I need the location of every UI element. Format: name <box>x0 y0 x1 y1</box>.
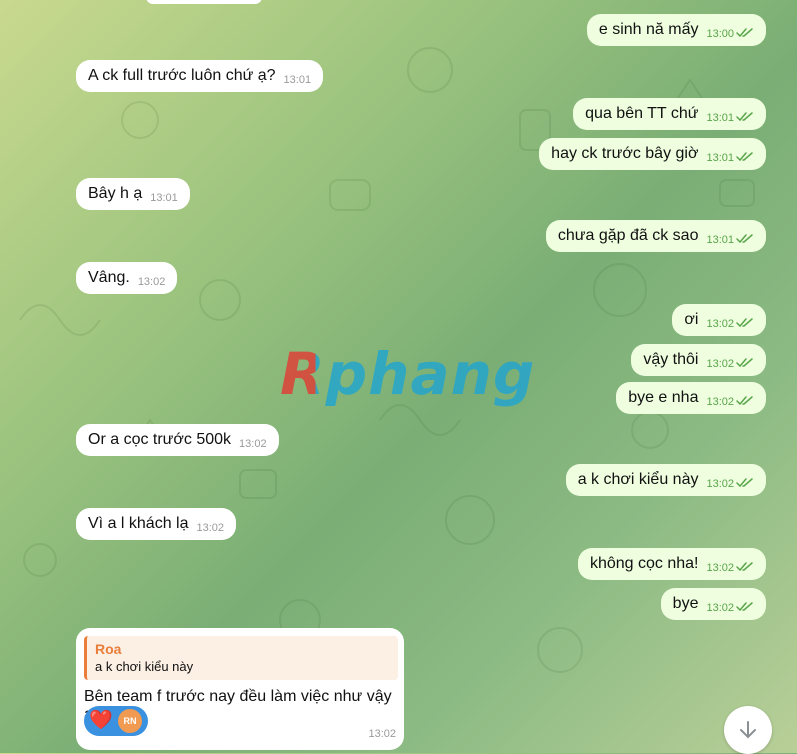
double-check-icon <box>736 599 754 617</box>
double-check-icon <box>736 149 754 167</box>
double-check-icon <box>736 109 754 127</box>
incoming-message-bubble[interactable]: Or a cọc trước 500k 13:02 <box>76 424 279 456</box>
arrow-down-icon <box>740 721 756 739</box>
message-time: 13:02 <box>239 438 267 450</box>
message-time: 13:01 <box>706 234 734 246</box>
message-time: 13:02 <box>706 396 734 408</box>
reaction-chip[interactable]: ❤️ RN <box>84 706 148 736</box>
message-time: 13:02 <box>706 318 734 330</box>
outgoing-message-bubble[interactable]: e sinh nă mấy 13:00 <box>586 14 766 46</box>
incoming-message-bubble[interactable]: Vâng. 13:02 <box>76 262 178 294</box>
message-text: e sinh nă mấy <box>598 21 699 38</box>
message-time: 13:01 <box>706 152 734 164</box>
reactor-avatar: RN <box>118 709 142 733</box>
message-time: 13:02 <box>706 562 734 574</box>
message-text: Vì a l khách lạ <box>88 515 189 532</box>
message-text: Bây h ạ <box>88 185 143 202</box>
outgoing-message-bubble[interactable]: bye e nha 13:02 <box>616 382 766 414</box>
outgoing-message-bubble[interactable]: chưa gặp đã ck sao 13:01 <box>545 220 766 252</box>
outgoing-message-bubble[interactable]: bye 13:02 <box>660 588 766 620</box>
message-text: hay ck trước bây giờ <box>551 145 699 162</box>
message-text: A ck full trước luôn chứ ạ? <box>88 67 276 84</box>
watermark-logo: Rphang <box>280 340 536 408</box>
outgoing-message-bubble[interactable]: a k chơi kiểu này 13:02 <box>565 464 766 496</box>
double-check-icon <box>736 355 754 373</box>
double-check-icon <box>736 315 754 333</box>
message-time: 13:02 <box>706 478 734 490</box>
message-time: 13:02 <box>196 522 225 534</box>
incoming-message-bubble[interactable]: Vì a l khách lạ 13:02 <box>76 508 237 540</box>
message-time: 13:01 <box>283 74 312 86</box>
message-text: ơi <box>684 311 699 328</box>
double-check-icon <box>736 559 754 577</box>
incoming-message-bubble[interactable]: A ck full trước luôn chứ ạ? 13:01 <box>76 60 324 92</box>
quote-text: a k chơi kiểu này <box>95 659 194 674</box>
double-check-icon <box>736 475 754 493</box>
incoming-message-bubble[interactable]: Bây h ạ 13:01 <box>76 178 190 210</box>
outgoing-message-bubble[interactable]: hay ck trước bây giờ 13:01 <box>539 138 766 170</box>
outgoing-message-bubble[interactable]: ơi 13:02 <box>672 304 766 336</box>
outgoing-message-bubble[interactable]: không cọc nha! 13:02 <box>577 548 766 580</box>
message-time: 13:01 <box>706 112 734 124</box>
message-text: không cọc nha! <box>589 555 699 572</box>
double-check-icon <box>736 393 754 411</box>
message-text: chưa gặp đã ck sao <box>557 227 699 244</box>
quote-author: Roa <box>95 641 122 657</box>
message-time: 13:01 <box>150 192 178 204</box>
message-time: 13:02 <box>706 358 734 370</box>
message-text: qua bên TT chứ <box>585 105 699 122</box>
heart-reaction-icon: ❤️ <box>89 710 113 731</box>
outgoing-message-bubble[interactable]: qua bên TT chứ 13:01 <box>573 98 766 130</box>
message-text: bye <box>672 595 699 612</box>
message-time: 13:02 <box>137 276 166 288</box>
double-check-icon <box>736 231 754 249</box>
previous-message-edge <box>146 0 262 4</box>
message-time: 13:02 <box>368 728 396 740</box>
double-check-icon <box>736 25 754 43</box>
message-text: Vâng. <box>88 269 130 286</box>
message-text: vậy thôi <box>643 351 699 368</box>
quoted-message[interactable]: Roa a k chơi kiểu này <box>84 636 398 680</box>
message-time: 13:02 <box>706 602 734 614</box>
scroll-down-button[interactable] <box>724 706 772 754</box>
message-text: Or a cọc trước 500k <box>88 431 232 448</box>
message-time: 13:00 <box>706 28 734 40</box>
message-text: bye e nha <box>628 389 699 406</box>
message-text: a k chơi kiểu này <box>577 471 699 488</box>
outgoing-message-bubble[interactable]: vậy thôi 13:02 <box>631 344 766 376</box>
reply-message-bubble[interactable]: Roa a k chơi kiểu này Bên team f trước n… <box>76 628 404 750</box>
